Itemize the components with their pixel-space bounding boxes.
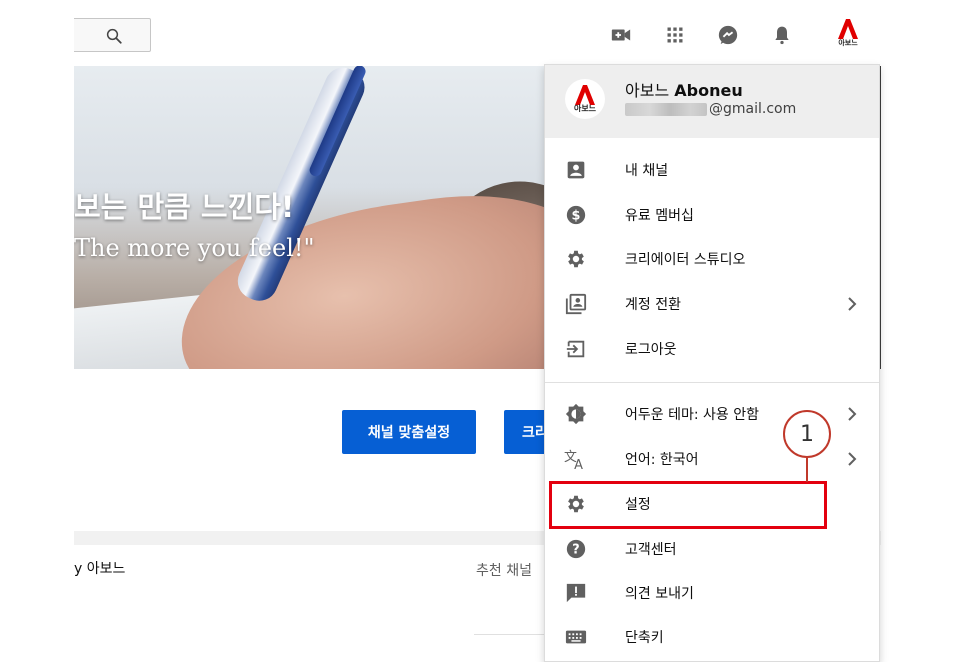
dark-theme-icon (564, 402, 588, 426)
svg-text:?: ? (572, 543, 579, 558)
menu-item-label: 고객센터 (625, 542, 677, 558)
menu-item-keyboard-shortcuts[interactable]: 단축키 (545, 615, 879, 659)
avatar-label: 아보느 (838, 39, 858, 47)
account-name-en: Aboneu (674, 81, 743, 100)
account-box-icon (564, 158, 588, 182)
menu-item-label: 유료 멤버십 (625, 208, 694, 224)
menu-item-label: 내 채널 (625, 163, 669, 179)
account-name-ko: 아보느 (625, 81, 670, 100)
channel-logo-icon (838, 19, 858, 39)
search-icon (106, 28, 122, 44)
translate-icon: 文A (564, 447, 588, 471)
email-redacted (625, 102, 707, 116)
account-avatar-button[interactable]: 아보느 (832, 18, 864, 52)
account-avatar: 아보느 (565, 79, 605, 119)
menu-item-switch-account[interactable]: 계정 전환 (545, 282, 879, 326)
notifications-button[interactable] (769, 22, 795, 48)
step-number-callout: 1 (783, 410, 831, 458)
menu-item-label: 설정 (625, 497, 651, 513)
account-avatar-label: 아보느 (573, 104, 597, 113)
menu-item-label: 언어: 한국어 (625, 452, 699, 468)
dollar-circle-icon: $ (564, 203, 588, 227)
menu-item-feedback[interactable]: 의견 보내기 (545, 571, 879, 615)
chevron-right-icon (842, 294, 862, 314)
menu-item-label: 크리에이터 스튜디오 (625, 252, 746, 268)
menu-item-label: 단축키 (625, 630, 664, 646)
search-button[interactable] (74, 18, 151, 52)
keyboard-icon (564, 625, 588, 649)
account-name: 아보느 Aboneu (625, 77, 743, 101)
menu-item-help[interactable]: ? 고객센터 (545, 527, 879, 571)
feedback-icon (564, 581, 588, 605)
account-menu: 아보느 아보느 Aboneu @gmail.com 내 채널 $ 유료 멤버십 … (544, 64, 880, 662)
channel-byline: y 아보느 (74, 561, 126, 577)
messages-button[interactable] (715, 22, 741, 48)
switch-account-icon (564, 292, 588, 316)
customize-channel-button[interactable]: 채널 맞춤설정 (342, 410, 476, 454)
account-email: @gmail.com (625, 101, 796, 117)
menu-item-label: 의견 보내기 (625, 586, 694, 602)
menu-item-label: 어두운 테마: 사용 안함 (625, 407, 759, 423)
gear-icon (564, 247, 588, 271)
menu-item-settings[interactable]: 설정 (545, 482, 879, 526)
banner-slogan-korean: 보는 만큼 느낀다! (74, 190, 295, 224)
banner-slogan-english: The more you feel!" (74, 234, 315, 262)
create-video-button[interactable] (608, 22, 634, 48)
menu-item-paid-memberships[interactable]: $ 유료 멤버십 (545, 193, 879, 237)
menu-item-label: 로그아웃 (625, 342, 677, 358)
menu-divider (545, 382, 879, 383)
callout-connector (806, 458, 808, 482)
svg-text:A: A (574, 458, 583, 471)
menu-item-sign-out[interactable]: 로그아웃 (545, 327, 879, 371)
menu-item-my-channel[interactable]: 내 채널 (545, 148, 879, 192)
notifications-bell-icon (775, 26, 789, 45)
sign-out-icon (564, 337, 588, 361)
menu-item-label: 계정 전환 (625, 297, 681, 313)
help-icon: ? (564, 537, 588, 561)
menu-item-creator-studio[interactable]: 크리에이터 스튜디오 (545, 237, 879, 281)
account-header: 아보느 아보느 Aboneu @gmail.com (545, 65, 879, 138)
settings-gear-icon (564, 492, 588, 516)
chevron-right-icon (842, 404, 862, 424)
messages-icon (718, 25, 738, 45)
apps-button[interactable] (662, 22, 688, 48)
svg-text:$: $ (572, 209, 581, 224)
account-email-suffix: @gmail.com (709, 101, 797, 117)
video-camera-plus-icon (611, 29, 631, 41)
chevron-right-icon (842, 449, 862, 469)
apps-grid-icon (667, 27, 683, 43)
recommended-channels-heading: 추천 채널 (476, 563, 532, 579)
